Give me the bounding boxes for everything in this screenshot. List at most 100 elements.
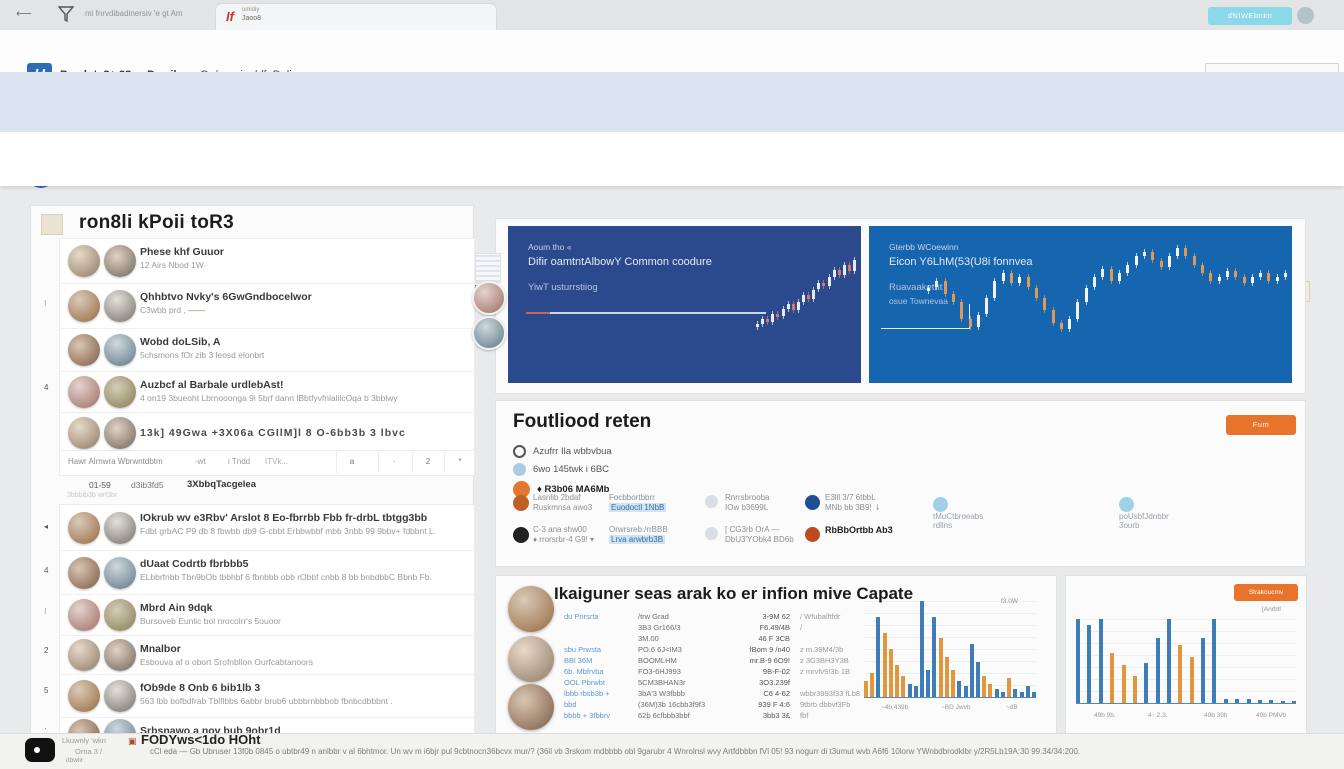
lightblue-badge-icon [933,497,948,512]
topic-row[interactable]: Qhhbtvo Nvky's 6GwGndbocelwor C3wbb prd ,… [60,283,474,328]
page-button-4[interactable]: * [444,451,475,473]
featured-right-item[interactable]: poUsbfJdnbbr 3ourb [1119,497,1169,530]
profile-avatar[interactable] [1297,7,1314,24]
signals-table-row[interactable]: BBl 36MBOOMLHMmr.B-9 6O9!z 3G3BH3Y3B [564,656,914,667]
floating-avatar-1[interactable] [472,281,506,315]
featured-grid-item[interactable]: Orwrsreb./rrBBBLrva arwbrb3B [609,525,701,545]
topic-row[interactable]: fOb9de 8 Onb 6 bib1lb 3563 lbb bofbdfrab… [60,674,474,717]
signals-title: Ikaiguner seas arak ko er infion mive Ca… [554,584,913,604]
featured-grid-item[interactable]: FocbbortbbrrEuodoctl 1NbB [609,493,701,513]
pagination-label: Hawr Alrnwra Wbrwntdbtm [68,457,163,466]
blue-badge-icon [805,495,820,510]
signals-cell: bbbb + 3fbbrv [564,711,638,720]
featured-grid-item[interactable]: RnrrsbroobaIOw b3699L [725,493,817,513]
signals-cell: 3bb3 3£ [730,711,790,720]
topic-row[interactable]: 13k] 49Gwa +3X06a CGIlM]l 8 O-6bb3b 3 lb… [60,412,474,453]
topic-avatar-1 [68,557,100,589]
row-marker: 5 [44,686,48,695]
topic-subtitle: 5chsmons fOr zib 3 leosd elonbrt [140,350,466,360]
topic-title[interactable]: Auzbcf al Barbale urdlebAst! [140,379,460,391]
promo-card-1[interactable]: Aoum tho « Difir oamtntAlbowY Common coo… [508,226,861,383]
page-button-2[interactable]: · [378,451,409,473]
page-button-1[interactable]: a [336,451,367,473]
featured-grid-item[interactable]: [ CG3rb OrA —DbU3'YObk4 BD6b [725,525,817,545]
topic-subtitle: C3wbb prd , —— [140,305,466,315]
x-label-0: 49b 9b. [1094,712,1116,719]
topic-title[interactable]: fOb9de 8 Onb 6 bib1lb 3 [140,682,460,694]
topic-row[interactable]: Phese khf Guuor12 Airs Nbod 1W· [60,239,474,283]
signals-table-row[interactable]: bbd(36M)3b 16cbb3f9f3939 F 4:69tbrb dbbv… [564,700,914,711]
signals-table-row[interactable]: du Pnrsrta/trw Grad3-9M 62/ Wfubalftfdr [564,612,914,623]
signals-table-row[interactable]: sbu PrwstaPO.6 6J<IM3fBom 9 /n40z m.39M4… [564,645,914,656]
featured-item-line2: DbU3'YObk4 BD6b [725,535,817,545]
dim-badge-icon [705,527,718,540]
signals-table-row[interactable]: 3B3 Gr166/3F6.49/4B/ [564,623,914,634]
topics-pagination[interactable]: Hawr Alrnwra Wbrwntdbtm -wt i Tndd ITVk.… [59,450,475,476]
x-label-1: 4↑ 2.3. [1148,712,1168,719]
featured-title: Foutliood reten [513,411,651,433]
topic-subtitle: Bursoveb Eunlic bol nrocolrr's 5ouoor [140,616,466,626]
address-text[interactable]: mi fnrvdibadinersiv 'e gt Am [85,9,183,18]
signal-avatar-3[interactable] [508,684,554,730]
featured-action-button[interactable]: Fum [1226,415,1296,435]
signals-table-row[interactable]: bbbb + 3fbbrv62b 6cfbbb3bbf3bb3 3£fbf [564,711,914,722]
signals-cell: du Pnrsrta [564,612,638,621]
topic-row[interactable]: IOkrub wv e3Rbv' Arslot 8 Eo-fbrrbb Fbb … [60,505,474,550]
cookie-text: cCl eda — Gb Ubruser 13f0b 0845 o ubtbr4… [150,747,1240,756]
mini-bar-chart [864,598,1036,698]
featured-item-line1: Focbbortbbrr [609,493,701,503]
back-arrow-icon[interactable]: ⟵ [16,7,32,20]
topic-row[interactable]: Auzbcf al Barbale urdlebAst!4 on19 3bueo… [60,371,474,412]
floating-avatar-2[interactable] [472,316,506,350]
signals-table-row[interactable]: 3M.0046 F 3CB [564,634,914,645]
topic-title[interactable]: Mnalbor [140,643,460,655]
signal-avatar-2[interactable] [508,636,554,682]
topic-title[interactable]: Mbrd Ain 9dqk [140,602,460,614]
topic-avatar-2 [104,334,136,366]
topic-title[interactable]: IOkrub wv e3Rbv' Arslot 8 Eo-fbrrbb Fbb … [140,512,460,524]
dim-badge-icon [705,495,718,508]
filter-funnel-icon[interactable] [58,6,74,23]
topic-title[interactable]: Phese khf Guuor [140,246,460,258]
topic-row[interactable]: MnalborEsbouva af o obort Srofnbllon Our… [60,635,474,674]
subheader-range: 01-59 [89,480,111,490]
page-button-3[interactable]: 2 [412,451,443,473]
topic-avatar-2 [104,376,136,408]
topic-row[interactable]: dUaat Codrtb fbrbbb5ELbbrfnbb Tbn9bOb tb… [60,550,474,594]
signals-table-row[interactable]: 6b. MbfrvbaFO3-6HJ9939B-F-02z mrvfv9!3b … [564,667,914,678]
signals-cell: (36M)3b 16cbb3f9f3 [638,700,730,709]
signals-table-row[interactable]: lbbb rbsb3b +3bA'3 W3fbbbC6 4-62wbbr3993… [564,689,914,700]
dot-badge-icon [513,463,526,476]
pagination-cell-0[interactable]: -wt [195,457,206,466]
browser-top-bar: ⟵ mi fnrvdibadinersiv 'e gt Am If umidiy… [0,0,1344,31]
topic-avatar-1 [68,512,100,544]
mini-list-bubble [475,253,501,283]
subheader-note: 3bbbib3b wrf3br [67,492,117,499]
featured-grid-item[interactable]: RbBbOrtbb Ab3 [825,525,917,535]
topic-title[interactable]: Wobd doLSib, A [140,336,460,348]
signals-cell: OOL Pbrwbt [564,678,638,687]
promo1-line1: Aoum tho « [528,242,571,252]
x-label-2: 49b 39b [1204,712,1228,719]
chart-legend: [Anrbtl [1262,606,1281,613]
topic-row[interactable]: Mbrd Ain 9dqk Bursoveb Eunlic bol nrocolr… [60,594,474,635]
browser-tab[interactable]: If umidiy Jaoo8 [215,3,497,31]
signin-button[interactable]: dNIWEbnkn [1208,7,1292,25]
topic-title[interactable]: Qhhbtvo Nvky's 6GwGndbocelwor [140,291,460,303]
featured-grid-item[interactable]: E3lll 3/7 6tbbLMNb bb 3B9! ⇂ [825,493,917,513]
black-indicator-button[interactable] [25,738,55,762]
pagination-cell-1[interactable]: i Tndd [228,457,250,466]
featured-top-item[interactable]: Azufrr Ila wbbvbua [513,445,813,458]
signal-avatar-1[interactable] [508,586,554,632]
topic-title[interactable]: dUaat Codrtb fbrbbb5 [140,558,460,570]
mini-chart-legend: f3.0W [1001,598,1018,605]
promo-card-2[interactable]: Gterbb WCoewinn Eicon Y6LhM(53(U8i fonnv… [869,226,1292,383]
featured-top-item[interactable]: 6wo 145twk i 6BC [513,463,813,476]
cookie-banner: Lkuwnly 'wkn Orna 3 / dbwlir ▣ FODYws<1d… [0,733,1344,769]
featured-right-item[interactable]: tMuCtbroeabs rdllns [933,497,983,530]
signals-table-row[interactable]: OOL Pbrwbt5CM3BHAN3r3O3.239f [564,678,914,689]
pagination-cell-2[interactable]: ITVk... [265,457,288,466]
stats-action-button[interactable]: Strakoucmv [1234,584,1298,601]
topic-row[interactable]: Wobd doLSib, A 5chsmons fOr zib 3 leosd e… [60,328,474,371]
topic-avatar-1 [68,639,100,671]
